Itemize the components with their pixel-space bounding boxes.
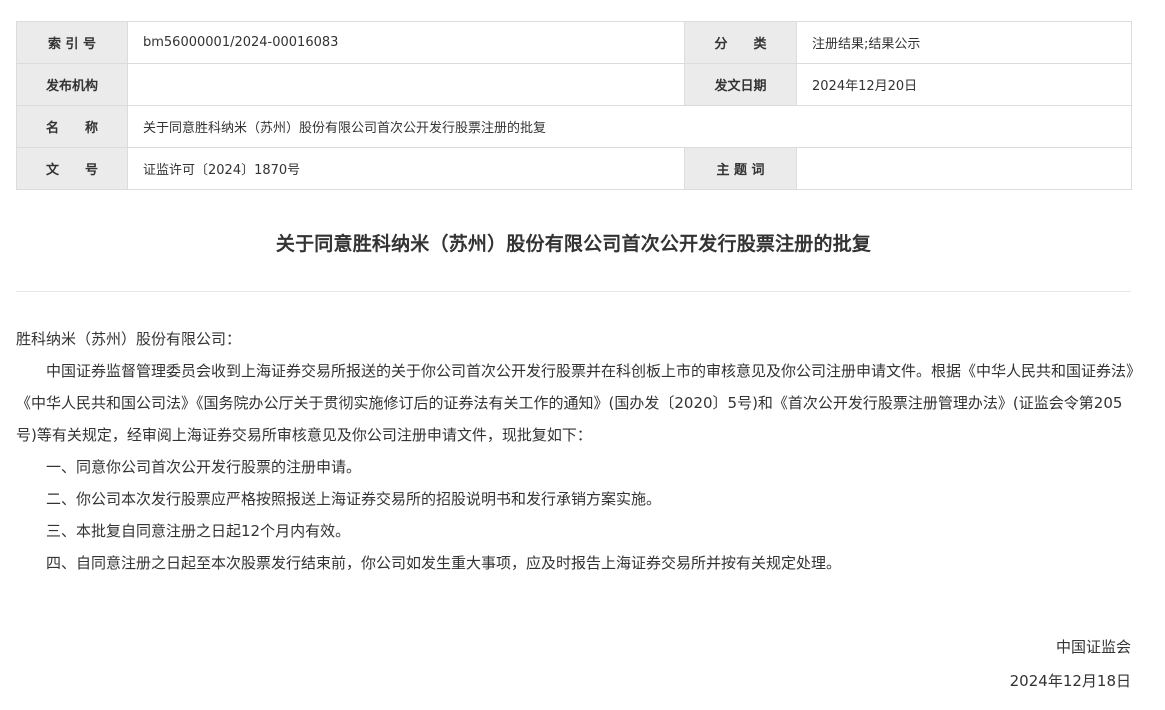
signature-block: 中国证监会 2024年12月18日: [1010, 630, 1131, 698]
meta-row-publisher: 发布机构 发文日期 2024年12月20日: [16, 63, 1132, 106]
doc-number-value: 证监许可〔2024〕1870号: [127, 147, 685, 190]
keywords-value: [796, 147, 1132, 190]
document-body: 胜科纳米（苏州）股份有限公司： 中国证券监督管理委员会收到上海证券交易所报送的关…: [16, 323, 1136, 579]
issuing-organization: 中国证监会: [1055, 638, 1131, 656]
salutation: 胜科纳米（苏州）股份有限公司：: [16, 330, 242, 348]
category-label: 分 类: [684, 21, 797, 64]
publisher-label: 发布机构: [16, 63, 128, 106]
intro-paragraph: 中国证券监督管理委员会收到上海证券交易所报送的关于你公司首次公开发行股票并在科创…: [16, 362, 1134, 444]
approval-item: 一、同意你公司首次公开发行股票的注册申请。: [46, 458, 362, 476]
meta-row-docno: 文 号 证监许可〔2024〕1870号 主 题 词: [16, 147, 1132, 190]
doc-name-label: 名 称: [16, 105, 128, 148]
title-divider: [16, 291, 1131, 292]
approval-item: 三、本批复自同意注册之日起12个月内有效。: [46, 522, 351, 540]
index-number-value: bm56000001/2024-00016083: [127, 21, 685, 64]
publisher-value: [127, 63, 685, 106]
approval-item: 二、你公司本次发行股票应严格按照报送上海证券交易所的招股说明书和发行承销方案实施…: [46, 490, 662, 508]
keywords-label: 主 题 词: [684, 147, 797, 190]
category-value: 注册结果;结果公示: [796, 21, 1132, 64]
index-number-label: 索 引 号: [16, 21, 128, 64]
issue-date-value: 2024年12月20日: [796, 63, 1132, 106]
doc-number-label: 文 号: [16, 147, 128, 190]
document-meta-table: 索 引 号 bm56000001/2024-00016083 分 类 注册结果;…: [16, 21, 1132, 190]
approval-item: 四、自同意注册之日起至本次股票发行结束前，你公司如发生重大事项，应及时报告上海证…: [46, 554, 842, 572]
document-title: 关于同意胜科纳米（苏州）股份有限公司首次公开发行股票注册的批复: [275, 233, 872, 255]
signature-date: 2024年12月18日: [1009, 672, 1131, 690]
meta-row-name: 名 称 关于同意胜科纳米（苏州）股份有限公司首次公开发行股票注册的批复: [16, 105, 1132, 148]
doc-name-value: 关于同意胜科纳米（苏州）股份有限公司首次公开发行股票注册的批复: [127, 105, 1132, 148]
meta-row-index: 索 引 号 bm56000001/2024-00016083 分 类 注册结果;…: [16, 21, 1132, 64]
issue-date-label: 发文日期: [684, 63, 797, 106]
